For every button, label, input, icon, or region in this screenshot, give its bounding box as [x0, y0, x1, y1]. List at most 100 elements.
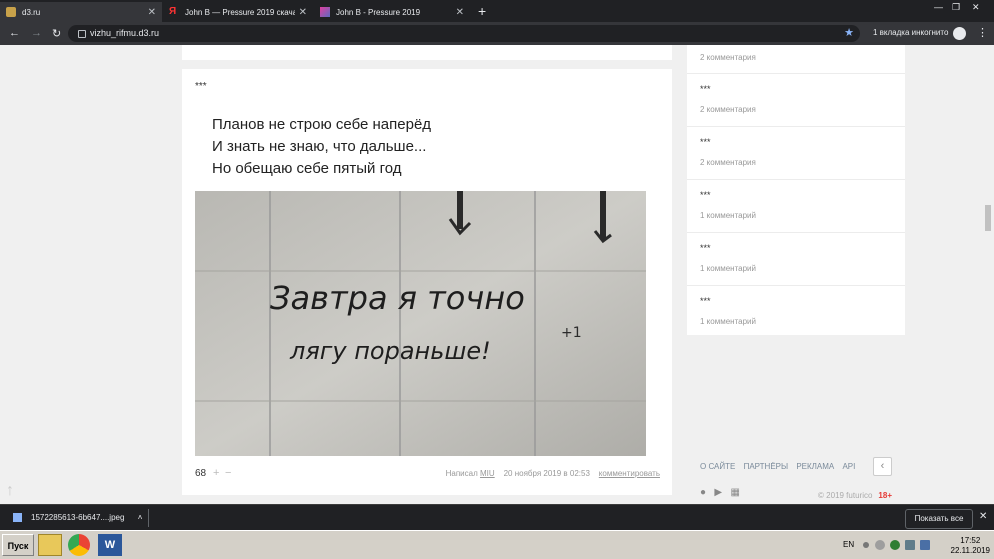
- shield-icon[interactable]: [890, 540, 900, 550]
- google-play-icon[interactable]: ▶: [714, 487, 722, 498]
- minimize-icon[interactable]: —: [934, 2, 943, 12]
- d3-favicon-icon: [6, 7, 16, 17]
- back-arrow-icon[interactable]: ←: [9, 27, 20, 39]
- downloads-bar: 1572285613-6b647....jpeg ˄ Показать все …: [0, 504, 994, 530]
- image-file-icon: [13, 513, 22, 523]
- comment-count: 2 комментария: [700, 158, 756, 167]
- list-item[interactable]: *** 1 комментарий: [687, 286, 905, 335]
- copyright: © 2019 futurico 18+: [818, 491, 892, 500]
- list-item[interactable]: *** 1 комментарий: [687, 180, 905, 233]
- comment-count: 2 комментария: [700, 105, 756, 114]
- list-item[interactable]: 2 комментария: [687, 45, 905, 74]
- folder-icon[interactable]: [38, 534, 62, 556]
- taskbar: Пуск W EN 17:52 22.11.2019: [0, 530, 994, 559]
- author-prefix: Написал: [445, 469, 478, 478]
- tab-title: John B - Pressure 2019: [336, 7, 421, 17]
- tab-bar: d3.ru ✕ Я John B — Pressure 2019 скачать…: [0, 0, 994, 22]
- poem-text: Планов не строю себе наперёд И знать не …: [212, 114, 431, 180]
- url-text: vizhu_rifmu.d3.ru: [90, 28, 160, 38]
- footer-link-api[interactable]: API: [842, 462, 855, 471]
- incognito-label: 1 вкладка инкогнито: [873, 28, 949, 37]
- post-title: ***: [195, 81, 207, 92]
- poem-line: И знать не знаю, что дальше...: [212, 138, 427, 155]
- graffiti-line-2: лягу пораньше!: [289, 337, 491, 365]
- comment-count: 2 комментария: [700, 53, 756, 62]
- footer-link-ads[interactable]: РЕКЛАМА: [796, 462, 834, 471]
- author-link[interactable]: MIU: [480, 469, 495, 478]
- list-item-title: ***: [700, 243, 711, 253]
- graffiti-photo[interactable]: Завтра я точно лягу пораньше! +1: [195, 191, 646, 456]
- word-icon[interactable]: W: [98, 534, 122, 556]
- copyright-text: © 2019 futurico: [818, 491, 873, 500]
- bookmark-star-icon[interactable]: ★: [844, 25, 854, 42]
- list-item-title: ***: [700, 296, 711, 306]
- close-icon[interactable]: ✕: [979, 511, 987, 522]
- new-tab-button[interactable]: +: [478, 3, 486, 19]
- list-item[interactable]: *** 2 комментария: [687, 127, 905, 180]
- vote-up-button[interactable]: +: [213, 467, 219, 479]
- chevron-up-icon[interactable]: ˄: [138, 513, 143, 522]
- tray-app-icon[interactable]: [875, 540, 885, 550]
- scrollbar-thumb[interactable]: [985, 205, 991, 231]
- reload-icon[interactable]: ↻: [52, 27, 61, 40]
- close-icon[interactable]: ✕: [299, 7, 307, 18]
- footer-link-partners[interactable]: ПАРТНЁРЫ: [744, 462, 788, 471]
- network-icon[interactable]: [905, 540, 915, 550]
- comment-link[interactable]: комментировать: [599, 469, 660, 478]
- age-badge: 18+: [878, 491, 892, 500]
- apple-icon[interactable]: ●: [700, 487, 706, 498]
- sidebar-post-list: 2 комментария *** 2 комментария *** 2 ко…: [687, 45, 905, 335]
- rating-value: 68: [195, 468, 207, 479]
- menu-dots-icon[interactable]: ⋮: [977, 26, 988, 39]
- tab-yandex[interactable]: Я John B — Pressure 2019 скачать ... ✕: [163, 2, 313, 22]
- address-toolbar: ← → ↻ vizhu_rifmu.d3.ru ★ 1 вкладка инко…: [0, 22, 994, 45]
- yandex-favicon-icon: Я: [169, 6, 177, 17]
- download-item[interactable]: 1572285613-6b647....jpeg ˄: [13, 513, 143, 523]
- list-item-title: ***: [700, 190, 711, 200]
- graffiti-line-1: Завтра я точно: [270, 279, 525, 317]
- list-item[interactable]: *** 2 комментария: [687, 74, 905, 127]
- footer-links: О САЙТЕ ПАРТНЁРЫ РЕКЛАМА API: [700, 462, 861, 471]
- scrollbar[interactable]: [983, 45, 994, 504]
- poem-line: Планов не строю себе наперёд: [212, 116, 432, 133]
- poem-line: Но обещаю себе пятый год: [212, 160, 402, 177]
- tab-d3[interactable]: d3.ru ✕: [0, 2, 162, 22]
- music-favicon-icon: [320, 7, 330, 17]
- post-footer: 68 + − Написал MIU 20 ноября 2019 в 02:5…: [195, 467, 660, 482]
- url-bar[interactable]: vizhu_rifmu.d3.ru ★: [68, 25, 860, 42]
- post-card: *** Планов не строю себе наперёд И знать…: [182, 69, 672, 495]
- graffiti-mark: +1: [561, 325, 582, 341]
- close-window-icon[interactable]: ✕: [972, 2, 980, 13]
- tab-pressure[interactable]: John B - Pressure 2019 ✕: [314, 2, 470, 22]
- clock-date: 22.11.2019: [950, 546, 990, 555]
- sound-icon[interactable]: [920, 540, 930, 550]
- scroll-up-arrow-icon[interactable]: ↑: [6, 482, 14, 500]
- restore-icon[interactable]: ❐: [952, 2, 960, 13]
- post-date: 20 ноября 2019 в 02:53: [503, 469, 590, 478]
- close-icon[interactable]: ✕: [456, 7, 464, 18]
- vote-down-button[interactable]: −: [225, 467, 231, 479]
- post-meta: Написал MIU 20 ноября 2019 в 02:53 комме…: [446, 469, 660, 478]
- start-button[interactable]: Пуск: [2, 534, 34, 556]
- tray-arrow-icon[interactable]: [863, 542, 869, 548]
- list-item-title: ***: [700, 84, 711, 94]
- close-icon[interactable]: ✕: [148, 7, 156, 18]
- clock-time: 17:52: [960, 536, 981, 545]
- tab-title: d3.ru: [22, 7, 41, 17]
- sidebar-footer: О САЙТЕ ПАРТНЁРЫ РЕКЛАМА API ‹ ● ▶ ▦ © 2…: [687, 450, 905, 504]
- chrome-icon[interactable]: [68, 534, 90, 556]
- app-links: ● ▶ ▦: [700, 487, 740, 498]
- forward-arrow-icon[interactable]: →: [31, 27, 42, 39]
- clock[interactable]: 17:52 22.11.2019: [951, 536, 990, 556]
- system-tray: EN 17:52 22.11.2019: [839, 535, 994, 557]
- chevron-left-icon[interactable]: ‹: [873, 457, 892, 476]
- incognito-icon[interactable]: [953, 27, 966, 40]
- language-indicator[interactable]: EN: [843, 540, 854, 549]
- list-item-title: ***: [700, 137, 711, 147]
- footer-link-about[interactable]: О САЙТЕ: [700, 462, 735, 471]
- windows-icon[interactable]: ▦: [730, 487, 739, 498]
- show-all-button[interactable]: Показать все: [905, 509, 973, 529]
- list-item[interactable]: *** 1 комментарий: [687, 233, 905, 286]
- comment-count: 1 комментарий: [700, 264, 756, 273]
- previous-post-card: [182, 45, 672, 60]
